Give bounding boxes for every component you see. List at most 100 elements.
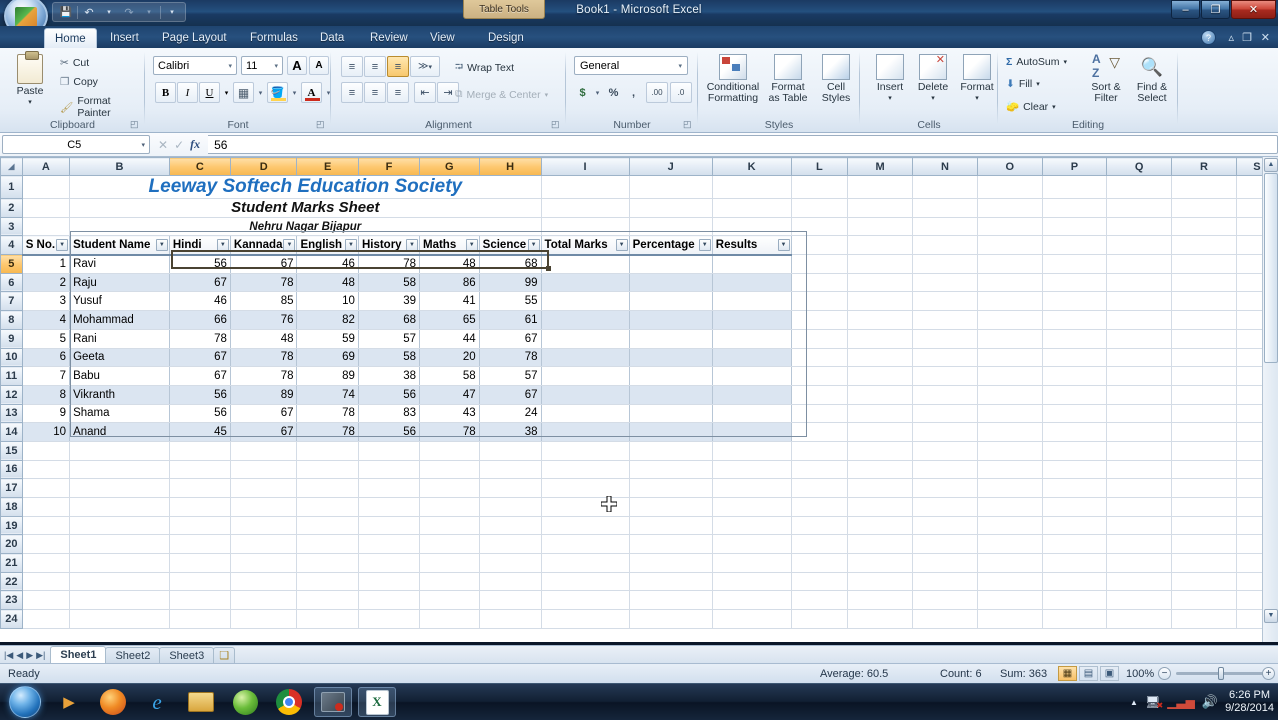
view-page-break-button[interactable]: ▣	[1100, 666, 1119, 681]
cell-L1[interactable]	[791, 175, 849, 199]
cell-Q6[interactable]	[1106, 273, 1173, 293]
cell-G23[interactable]	[419, 590, 480, 611]
cell-I3[interactable]	[541, 217, 630, 237]
zoom-slider-thumb[interactable]	[1218, 667, 1224, 680]
cell-E15[interactable]	[296, 441, 359, 461]
cell-G16[interactable]	[419, 460, 480, 480]
cell-C22[interactable]	[169, 572, 231, 592]
filter-dropdown-icon[interactable]: ▼	[527, 239, 540, 252]
row-header-3[interactable]: 3	[0, 216, 23, 237]
chrome-icon[interactable]	[270, 687, 308, 717]
cell-J22[interactable]	[629, 572, 713, 592]
alignment-dialog-launcher[interactable]: ◰	[551, 119, 562, 130]
cell-C17[interactable]	[169, 478, 231, 498]
cell-K5[interactable]	[712, 254, 792, 274]
cell-P18[interactable]	[1042, 497, 1108, 517]
format-painter-button[interactable]: 🖌 Format Painter	[60, 95, 145, 119]
cell-O4[interactable]	[977, 235, 1043, 256]
cell-E9[interactable]: 59	[296, 329, 359, 349]
cell-Q16[interactable]	[1106, 460, 1173, 480]
cell-O1[interactable]	[977, 175, 1043, 199]
cell-G4[interactable]: Maths ▼	[419, 235, 480, 256]
cell-Q3[interactable]	[1106, 217, 1173, 237]
cell-R14[interactable]	[1171, 422, 1237, 442]
cell-K19[interactable]	[712, 516, 792, 536]
zoom-out-button[interactable]: −	[1158, 667, 1171, 680]
cell-J2[interactable]	[629, 198, 713, 218]
row-header-9[interactable]: 9	[0, 328, 23, 349]
cell-L8[interactable]	[791, 310, 849, 330]
cell-Q11[interactable]	[1106, 366, 1173, 386]
cell-N6[interactable]	[912, 273, 978, 293]
number-format-combobox[interactable]: General ▾	[574, 56, 688, 75]
cell-G5[interactable]: 48	[419, 254, 480, 274]
column-header-o[interactable]: O	[976, 157, 1043, 176]
cell-J8[interactable]	[629, 310, 713, 330]
cell-O13[interactable]	[977, 404, 1043, 424]
cell-H16[interactable]	[479, 460, 542, 480]
cell-R12[interactable]	[1171, 385, 1237, 405]
cell-Q21[interactable]	[1106, 553, 1173, 573]
cell-H4[interactable]: Science ▼	[479, 235, 542, 256]
orientation-icon[interactable]: ≫ ▾	[410, 56, 440, 77]
cell-D12[interactable]: 89	[230, 385, 298, 405]
row-header-21[interactable]: 21	[0, 553, 23, 573]
cell-F12[interactable]: 56	[358, 385, 421, 405]
filter-dropdown-icon[interactable]: ▼	[56, 239, 69, 252]
cell-N15[interactable]	[912, 441, 978, 461]
cell-L14[interactable]	[791, 422, 849, 442]
currency-icon[interactable]: $	[574, 82, 591, 103]
cell-D16[interactable]	[230, 460, 298, 480]
row-header-2[interactable]: 2	[0, 198, 23, 218]
cell-Q5[interactable]	[1106, 254, 1173, 274]
cell-Q19[interactable]	[1106, 516, 1173, 536]
cell-C8[interactable]: 66	[169, 310, 231, 330]
cell-styles-button[interactable]: Cell Styles	[814, 54, 858, 104]
row-header-18[interactable]: 18	[0, 497, 23, 517]
name-box-dropdown-icon[interactable]: ▾	[141, 141, 145, 149]
cell-F16[interactable]	[358, 460, 421, 480]
cell-Q12[interactable]	[1106, 385, 1173, 405]
cell-L22[interactable]	[791, 572, 849, 592]
row-header-24[interactable]: 24	[0, 609, 23, 629]
column-header-r[interactable]: R	[1171, 157, 1237, 176]
first-sheet-icon[interactable]: |◀	[4, 650, 13, 661]
cell-D21[interactable]	[230, 553, 298, 573]
cell-A12[interactable]: 8	[22, 385, 71, 405]
cell-Q2[interactable]	[1106, 198, 1173, 218]
cell-R20[interactable]	[1171, 534, 1237, 555]
cell-G15[interactable]	[419, 441, 480, 461]
cell-J12[interactable]	[629, 385, 713, 405]
cell-C19[interactable]	[169, 516, 231, 536]
start-button[interactable]	[3, 685, 47, 719]
cell-M14[interactable]	[847, 422, 914, 442]
cell-D13[interactable]: 67	[230, 404, 298, 424]
cell-A13[interactable]: 9	[22, 404, 71, 424]
cell-O5[interactable]	[977, 254, 1043, 274]
cell-Q14[interactable]	[1106, 422, 1173, 442]
insert-dropdown-icon[interactable]: ▾	[888, 93, 892, 104]
cell-G17[interactable]	[419, 478, 480, 498]
cell-G12[interactable]: 47	[419, 385, 480, 405]
cell-E16[interactable]	[296, 460, 359, 480]
file-explorer-icon[interactable]	[182, 687, 220, 717]
cell-O11[interactable]	[977, 366, 1043, 386]
cell-B8[interactable]: Mohammad	[69, 310, 170, 330]
column-header-g[interactable]: G	[419, 157, 480, 176]
cell-M23[interactable]	[847, 590, 914, 611]
cell-F4[interactable]: History ▼	[358, 235, 421, 256]
cell-E4[interactable]: English ▼	[296, 235, 359, 256]
cell-B15[interactable]	[69, 441, 170, 461]
cell-R2[interactable]	[1171, 198, 1237, 218]
cell-O2[interactable]	[977, 198, 1043, 218]
insert-worksheet-icon[interactable]: ❑	[213, 647, 236, 663]
row-header-20[interactable]: 20	[0, 534, 23, 555]
cell-I6[interactable]	[541, 273, 630, 293]
cell-O20[interactable]	[977, 534, 1043, 555]
row-header-12[interactable]: 12	[0, 384, 23, 405]
cell-P22[interactable]	[1042, 572, 1108, 592]
cell-N14[interactable]	[912, 422, 978, 442]
cancel-formula-icon[interactable]: ✕	[158, 138, 168, 152]
cell-J24[interactable]	[629, 609, 713, 629]
cell-J17[interactable]	[629, 478, 713, 498]
